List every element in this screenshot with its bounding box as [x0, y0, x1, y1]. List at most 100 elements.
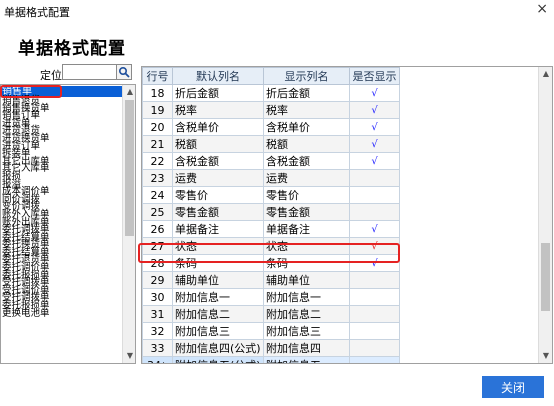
- cell-default-name: 辅助单位: [172, 271, 264, 289]
- cell-row-number: 33: [142, 339, 173, 357]
- cell-display-name[interactable]: 税率: [263, 101, 350, 119]
- window-title: 单据格式配置: [4, 6, 70, 19]
- cell-default-name: 含税金额: [172, 152, 264, 170]
- table-row[interactable]: 27 状态 状态 √: [142, 237, 400, 255]
- cell-display-name[interactable]: 单据备注: [263, 220, 350, 238]
- header-row-number[interactable]: 行号: [142, 67, 173, 85]
- locate-label: 定位: [40, 69, 62, 82]
- header-visible[interactable]: 是否显示: [349, 67, 400, 85]
- table-row[interactable]: 30 附加信息一 附加信息一: [142, 288, 400, 306]
- bill-type-list[interactable]: 销售单 销售退货 销售换货单 销售订单 进货单 进货退货 进货换货单 进货订单 拆装单 其它出库单…: [0, 84, 136, 364]
- cell-row-number: 23: [142, 169, 173, 187]
- cell-default-name: 附加信息四(公式): [172, 339, 264, 357]
- cell-visible-check[interactable]: √: [349, 254, 400, 272]
- cell-visible-check[interactable]: [349, 322, 400, 340]
- cell-visible-check[interactable]: [349, 169, 400, 187]
- cell-default-name: 附加信息二: [172, 305, 264, 323]
- cell-display-name[interactable]: 税额: [263, 135, 350, 153]
- header-default-name[interactable]: 默认列名: [172, 67, 264, 85]
- cell-visible-check[interactable]: √: [349, 135, 400, 153]
- cell-visible-check[interactable]: [349, 186, 400, 204]
- cell-default-name: 单据备注: [172, 220, 264, 238]
- table-row[interactable]: 34 附加信息五(公式)附加信息五: [142, 356, 400, 364]
- cell-visible-check[interactable]: [349, 271, 400, 289]
- grid-scrollbar[interactable]: ▲ ▼: [538, 67, 552, 363]
- cell-visible-check[interactable]: [349, 203, 400, 221]
- cell-display-name[interactable]: 条码: [263, 254, 350, 272]
- cell-row-number: 26: [142, 220, 173, 238]
- cell-display-name[interactable]: 附加信息三: [263, 322, 350, 340]
- cell-display-name[interactable]: 含税金额: [263, 152, 350, 170]
- cell-visible-check[interactable]: [349, 339, 400, 357]
- cell-visible-check[interactable]: √: [349, 237, 400, 255]
- cell-visible-check[interactable]: [349, 356, 400, 363]
- cell-display-name[interactable]: 状态: [263, 237, 350, 255]
- cell-row-number: 30: [142, 288, 173, 306]
- cell-display-name[interactable]: 附加信息五: [263, 356, 350, 363]
- scroll-thumb[interactable]: [125, 100, 134, 236]
- row-number: 34: [147, 359, 161, 364]
- table-row[interactable]: 23 运费 运费: [142, 169, 400, 187]
- cell-row-number: 28: [142, 254, 173, 272]
- row-pointer-icon: [163, 361, 168, 363]
- table-row[interactable]: 26 单据备注 单据备注 √: [142, 220, 400, 238]
- table-row[interactable]: 21 税额 税额 √: [142, 135, 400, 153]
- table-row[interactable]: 19 税率 税率 √: [142, 101, 400, 119]
- cell-visible-check[interactable]: √: [349, 101, 400, 119]
- cell-display-name[interactable]: 零售价: [263, 186, 350, 204]
- cell-visible-check[interactable]: √: [349, 84, 400, 102]
- cell-display-name[interactable]: 零售金额: [263, 203, 350, 221]
- scroll-down-icon[interactable]: ▼: [539, 349, 552, 363]
- table-row[interactable]: 24 零售价 零售价: [142, 186, 400, 204]
- list-item[interactable]: 更换电池单: [2, 309, 122, 318]
- cell-row-number: 22: [142, 152, 173, 170]
- cell-display-name[interactable]: 辅助单位: [263, 271, 350, 289]
- list-scrollbar[interactable]: ▲ ▼: [122, 85, 135, 363]
- scroll-up-icon[interactable]: ▲: [539, 67, 552, 81]
- column-config-grid[interactable]: 行号 默认列名 显示列名 是否显示 18 折后金额 折后金额 √ 19 税率 税率 √ 20 含税…: [141, 66, 553, 364]
- table-row[interactable]: 25 零售金额 零售金额: [142, 203, 400, 221]
- cell-default-name: 税率: [172, 101, 264, 119]
- table-row[interactable]: 22 含税金额 含税金额 √: [142, 152, 400, 170]
- cell-row-number: 19: [142, 101, 173, 119]
- cell-default-name: 状态: [172, 237, 264, 255]
- table-row[interactable]: 29 辅助单位 辅助单位: [142, 271, 400, 289]
- cell-display-name[interactable]: 附加信息二: [263, 305, 350, 323]
- scroll-thumb[interactable]: [541, 243, 550, 311]
- cell-display-name[interactable]: 附加信息一: [263, 288, 350, 306]
- table-row[interactable]: 18 折后金额 折后金额 √: [142, 84, 400, 102]
- cell-row-number: 29: [142, 271, 173, 289]
- cell-display-name[interactable]: 折后金额: [263, 84, 350, 102]
- cell-visible-check[interactable]: [349, 305, 400, 323]
- header-display-name[interactable]: 显示列名: [263, 67, 350, 85]
- table-row[interactable]: 20 含税单价 含税单价 √: [142, 118, 400, 136]
- cell-row-number: 20: [142, 118, 173, 136]
- cell-default-name: 附加信息三: [172, 322, 264, 340]
- cell-default-name: 零售金额: [172, 203, 264, 221]
- cell-default-name: 折后金额: [172, 84, 264, 102]
- table-row[interactable]: 33 附加信息四(公式) 附加信息四: [142, 339, 400, 357]
- table-row[interactable]: 28 条码 条码 √: [142, 254, 400, 272]
- scroll-up-icon[interactable]: ▲: [123, 85, 135, 99]
- locate-search-button[interactable]: [116, 64, 132, 80]
- scroll-down-icon[interactable]: ▼: [123, 349, 135, 363]
- cell-visible-check[interactable]: √: [349, 118, 400, 136]
- cell-display-name[interactable]: 附加信息四: [263, 339, 350, 357]
- cell-visible-check[interactable]: [349, 288, 400, 306]
- table-row[interactable]: 32 附加信息三 附加信息三: [142, 322, 400, 340]
- cell-visible-check[interactable]: √: [349, 220, 400, 238]
- close-button[interactable]: 关闭: [482, 376, 544, 398]
- cell-visible-check[interactable]: √: [349, 152, 400, 170]
- cell-display-name[interactable]: 含税单价: [263, 118, 350, 136]
- table-row[interactable]: 31 附加信息二 附加信息二: [142, 305, 400, 323]
- cell-default-name: 运费: [172, 169, 264, 187]
- locate-input[interactable]: [62, 64, 120, 80]
- cell-default-name: 零售价: [172, 186, 264, 204]
- cell-default-name: 条码: [172, 254, 264, 272]
- cell-row-number: 25: [142, 203, 173, 221]
- cell-row-number: 18: [142, 84, 173, 102]
- cell-display-name[interactable]: 运费: [263, 169, 350, 187]
- cell-default-name: 含税单价: [172, 118, 264, 136]
- cell-row-number: 34: [142, 356, 173, 364]
- close-icon[interactable]: ×: [536, 1, 548, 17]
